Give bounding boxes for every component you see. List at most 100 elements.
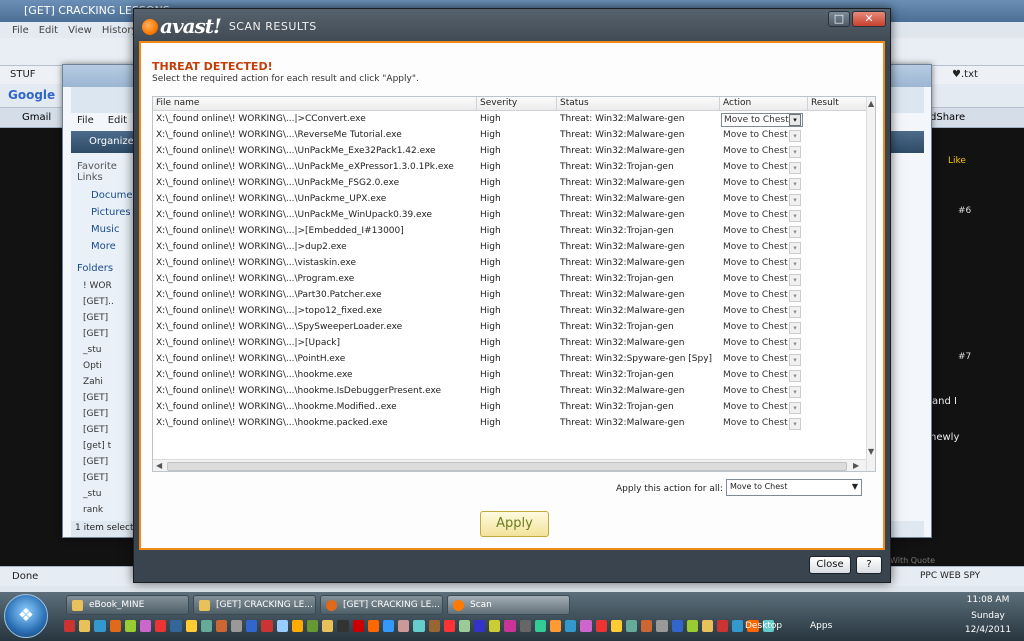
scroll-up-icon[interactable]: ▲ bbox=[868, 99, 874, 108]
scroll-down-icon[interactable]: ▼ bbox=[868, 447, 874, 456]
menu-file[interactable]: File bbox=[12, 25, 29, 38]
quick-launch-icon[interactable] bbox=[717, 620, 729, 632]
quick-launch-icon[interactable] bbox=[337, 620, 349, 632]
chevron-down-icon[interactable]: ▾ bbox=[789, 258, 801, 270]
chevron-down-icon[interactable]: ▾ bbox=[789, 162, 801, 174]
link-pictures[interactable]: Pictures bbox=[71, 204, 138, 221]
table-row[interactable]: X:\_found online\! WORKING\...\UnPackMe_… bbox=[153, 176, 866, 192]
bookmark-stuf[interactable]: STUF bbox=[10, 69, 36, 80]
table-row[interactable]: X:\_found online\! WORKING\...\hookme.Is… bbox=[153, 384, 866, 400]
quick-launch-icon[interactable] bbox=[231, 620, 243, 632]
quick-launch-icon[interactable] bbox=[307, 620, 319, 632]
like-link[interactable]: Like bbox=[948, 156, 966, 166]
apps-toolbar[interactable]: Apps bbox=[810, 621, 832, 631]
quick-launch-icon[interactable] bbox=[64, 620, 76, 632]
quick-launch-icon[interactable] bbox=[641, 620, 653, 632]
vertical-scrollbar[interactable]: ▲ ▼ bbox=[866, 97, 875, 471]
quick-launch-icon[interactable] bbox=[550, 620, 562, 632]
quick-launch-icon[interactable] bbox=[474, 620, 486, 632]
ppc-web-spy-label[interactable]: PPC WEB SPY bbox=[920, 571, 980, 581]
table-row[interactable]: X:\_found online\! WORKING\...\Part30.Pa… bbox=[153, 288, 866, 304]
folder-tree-item[interactable]: [GET] bbox=[71, 326, 138, 342]
scroll-left-icon[interactable]: ◀ bbox=[156, 461, 162, 470]
taskbar-button-firefox[interactable]: [GET] CRACKING LE... bbox=[320, 595, 443, 615]
minimize-button[interactable]: □ bbox=[828, 11, 850, 27]
quick-launch-icon[interactable] bbox=[489, 620, 501, 632]
quick-launch-icon[interactable] bbox=[398, 620, 410, 632]
quick-launch-icon[interactable] bbox=[276, 620, 288, 632]
quick-launch-icon[interactable] bbox=[79, 620, 91, 632]
quick-launch-icon[interactable] bbox=[261, 620, 273, 632]
quick-launch-icon[interactable] bbox=[367, 620, 379, 632]
chevron-down-icon[interactable]: ▾ bbox=[789, 114, 801, 126]
bookmark-txt[interactable]: ♥.txt bbox=[952, 69, 978, 80]
folder-tree-item[interactable]: ! WOR bbox=[71, 278, 138, 294]
folder-tree-item[interactable]: [GET] bbox=[71, 470, 138, 486]
chevron-down-icon[interactable]: ▾ bbox=[789, 146, 801, 158]
chevron-down-icon[interactable]: ▾ bbox=[789, 402, 801, 414]
folder-tree-item[interactable]: [GET] bbox=[71, 390, 138, 406]
quick-launch-icon[interactable] bbox=[139, 620, 152, 632]
chevron-down-icon[interactable]: ▾ bbox=[789, 290, 801, 302]
horizontal-scroll-thumb[interactable] bbox=[167, 462, 847, 471]
chevron-down-icon[interactable]: ▾ bbox=[789, 370, 801, 382]
quick-launch-icon[interactable] bbox=[185, 620, 197, 632]
table-row[interactable]: X:\_found online\! WORKING\...|>CConvert… bbox=[153, 112, 866, 128]
quick-launch-icon[interactable] bbox=[656, 620, 668, 632]
column-result[interactable]: Result bbox=[808, 97, 866, 111]
post-number-6[interactable]: #6 bbox=[958, 206, 971, 216]
quick-launch-icon[interactable] bbox=[215, 620, 228, 632]
taskbar-button-explorer[interactable]: [GET] CRACKING LE... bbox=[193, 595, 316, 615]
chevron-down-icon[interactable]: ▾ bbox=[789, 322, 801, 334]
table-row[interactable]: X:\_found online\! WORKING\...|>[Upack] H… bbox=[153, 336, 866, 352]
quick-launch-icon[interactable] bbox=[534, 620, 546, 632]
post-number-7[interactable]: #7 bbox=[958, 352, 971, 362]
quick-launch-icon[interactable] bbox=[322, 620, 334, 632]
quick-launch-icon[interactable] bbox=[94, 620, 106, 632]
folder-tree-item[interactable]: [get] t bbox=[71, 438, 138, 454]
menu-edit[interactable]: Edit bbox=[39, 25, 58, 38]
quick-launch-icon[interactable] bbox=[382, 620, 395, 632]
table-row[interactable]: X:\_found online\! WORKING\...|>topo12_f… bbox=[153, 304, 866, 320]
table-row[interactable]: X:\_found online\! WORKING\...\PointH.ex… bbox=[153, 352, 866, 368]
quick-launch-icon[interactable] bbox=[124, 620, 136, 632]
quick-launch-icon[interactable] bbox=[155, 620, 167, 632]
quick-launch-icon[interactable] bbox=[413, 620, 425, 632]
folder-tree-item[interactable]: [GET] bbox=[71, 406, 138, 422]
table-row[interactable]: X:\_found online\! WORKING\...\SpySweepe… bbox=[153, 320, 866, 336]
chevron-down-icon[interactable]: ▾ bbox=[789, 306, 801, 318]
quick-launch-icon[interactable] bbox=[732, 620, 744, 632]
taskbar-button-ebook[interactable]: eBook_MINE bbox=[66, 595, 189, 615]
chevron-down-icon[interactable]: ▾ bbox=[789, 226, 801, 238]
scroll-right-icon[interactable]: ▶ bbox=[853, 461, 859, 470]
table-row[interactable]: X:\_found online\! WORKING\...\hookme.Mo… bbox=[153, 400, 866, 416]
folder-tree-item[interactable]: _stu bbox=[71, 486, 138, 502]
organize-button[interactable]: Organize bbox=[89, 136, 134, 147]
quick-launch-icon[interactable] bbox=[443, 620, 455, 632]
folder-tree-item[interactable]: [GET] bbox=[71, 310, 138, 326]
quick-launch-icon[interactable] bbox=[610, 620, 622, 632]
table-row[interactable]: X:\_found online\! WORKING\...\hookme.ex… bbox=[153, 368, 866, 384]
column-severity[interactable]: Severity bbox=[477, 97, 557, 111]
folders-heading[interactable]: Folders bbox=[71, 255, 138, 278]
table-row[interactable]: X:\_found online\! WORKING\...|>dup2.exe… bbox=[153, 240, 866, 256]
quick-launch-icon[interactable] bbox=[595, 620, 607, 632]
chevron-down-icon[interactable]: ▾ bbox=[789, 178, 801, 190]
folder-tree-item[interactable]: [GET] bbox=[71, 454, 138, 470]
apply-all-select[interactable]: Move to Chest ▼ bbox=[726, 479, 862, 496]
close-button[interactable]: Close bbox=[809, 556, 851, 574]
chevron-down-icon[interactable]: ▾ bbox=[789, 274, 801, 286]
window-close-button[interactable]: ✕ bbox=[852, 11, 886, 27]
system-clock[interactable]: 11:08 AM Sunday 12/4/2011 bbox=[958, 594, 1018, 636]
table-row[interactable]: X:\_found online\! WORKING\...\UnPackMe_… bbox=[153, 160, 866, 176]
link-music[interactable]: Music bbox=[71, 221, 138, 238]
horizontal-scrollbar[interactable]: ◀ ▶ bbox=[153, 459, 866, 471]
table-row[interactable]: X:\_found online\! WORKING\...\UnPackMe_… bbox=[153, 208, 866, 224]
desktop-toolbar[interactable]: Desktop bbox=[745, 621, 782, 631]
menu-view[interactable]: View bbox=[68, 25, 92, 38]
table-row[interactable]: X:\_found online\! WORKING\...\vistaskin… bbox=[153, 256, 866, 272]
taskbar-button-scan[interactable]: Scan bbox=[447, 595, 570, 615]
quick-launch-icon[interactable] bbox=[504, 620, 516, 632]
folder-tree-item[interactable]: _stu bbox=[71, 342, 138, 358]
table-row[interactable]: X:\_found online\! WORKING\...\Program.e… bbox=[153, 272, 866, 288]
